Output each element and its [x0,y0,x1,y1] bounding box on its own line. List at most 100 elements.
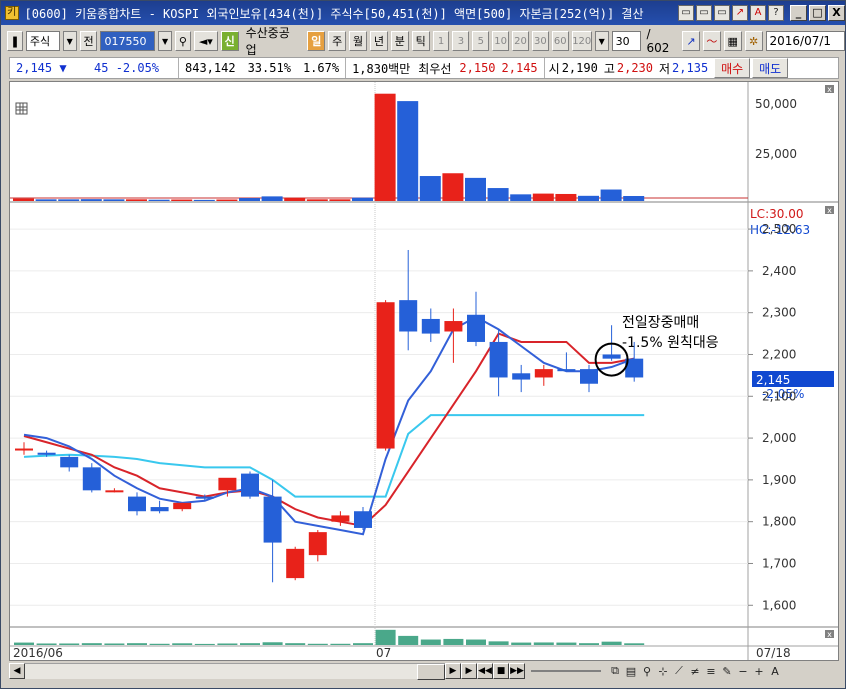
scroll-track[interactable] [25,663,445,680]
app-icon: 키 [5,6,19,20]
crosshair-icon[interactable]: ⊹ [655,663,671,679]
minimize-button[interactable]: _ [790,5,807,21]
volume-bar [579,643,599,645]
window-layout-icon[interactable]: ▭ [714,5,730,21]
text-tool-icon[interactable]: A [767,663,783,679]
stock-code-input[interactable]: 017550 [100,31,156,51]
market-select-value: 주식 [29,35,51,48]
market-dropdown-icon[interactable]: ▼ [62,31,77,51]
top-panel-bar [329,199,351,201]
volume-bar [149,643,170,645]
trade-amount: 1,830백만 [352,61,411,76]
top-panel-bar [80,199,102,201]
zoom-icon[interactable]: ⚲ [639,663,655,679]
title-bar[interactable]: 키 [0600] 키움종합차트 - KOSPI 외국인보유[434(천)] 주식… [1,1,845,25]
window-tile-icon[interactable]: ▭ [678,5,694,21]
speed-slider[interactable] [531,670,601,672]
candle-body [60,456,79,468]
font-icon[interactable]: A [750,5,766,21]
help-icon[interactable]: ? [768,5,784,21]
minute-120[interactable]: 120 [571,31,592,51]
top-panel-bar [352,197,373,201]
candle-body [308,532,327,556]
minute-dropdown-icon[interactable]: ▼ [594,31,609,51]
period-week[interactable]: 주 [328,31,347,51]
minute-60[interactable]: 60 [551,31,569,51]
search-icon[interactable]: ⚲ [175,31,191,51]
chart-area[interactable]: x x x 50,000 25,000 LC:30.00 HC:-12.63 전… [9,81,839,661]
count-total: / 602 [646,27,670,55]
candle-body [150,507,169,512]
minute-10[interactable]: 10 [492,31,510,51]
period-tick[interactable]: 틱 [411,31,430,51]
minute-30[interactable]: 30 [531,31,549,51]
candle-body [286,548,305,579]
volume-bar [14,642,34,645]
link-icon[interactable]: ↗ [732,5,748,21]
grid-toggle-icon[interactable] [15,102,28,115]
top-panel-bar [623,196,645,201]
period-month[interactable]: 월 [349,31,367,51]
forward-button[interactable]: ▶▶ [509,663,525,679]
panel-close-glyph: x [827,630,832,639]
scale-up-icon[interactable]: + [751,663,767,679]
title-tools: ▭ ▭ ▭ ↗ A ? [678,5,784,21]
stock-name: 수산중공업 [245,26,290,57]
volume-bar [36,643,57,645]
settings-icon[interactable]: ✲ [744,31,763,51]
price-chart[interactable]: x x x 50,000 25,000 LC:30.00 HC:-12.63 전… [10,82,838,660]
high-price: 2,230 [616,61,653,75]
close-button[interactable]: X [828,5,845,21]
date-input[interactable]: 2016/07/1 [765,31,845,51]
scroll-left-arrow[interactable]: ◀ [9,663,25,679]
volume-bar [127,643,147,645]
scroll-right-arrow[interactable]: ▶ [445,663,461,679]
minute-1[interactable]: 1 [432,31,450,51]
stop-button[interactable]: ■ [493,663,509,679]
rewind-button[interactable]: ◀◀ [477,663,493,679]
volume-bar [533,642,554,645]
volume-bar [262,642,283,645]
candle-body [580,369,598,384]
code-dropdown-icon[interactable]: ▼ [158,31,172,51]
play-button[interactable]: ▶ [461,663,477,679]
prev-button[interactable]: 전 [79,31,98,51]
period-day[interactable]: 일 [307,31,326,51]
window-cascade-icon[interactable]: ▭ [696,5,712,21]
top-panel-bar [532,193,554,201]
volume-bar [443,638,464,645]
indicator-icon[interactable]: ↗ [682,31,700,51]
fibonacci-icon[interactable]: ≡ [703,663,719,679]
open-price: 2,190 [561,61,598,75]
period-year[interactable]: 년 [369,31,388,51]
chart-menu-icon[interactable]: ❚ [7,31,23,51]
minute-3[interactable]: 3 [452,31,470,51]
period-minute[interactable]: 분 [390,31,409,51]
low-label: 저 [659,61,671,76]
top-panel-bar [487,188,509,201]
candle-body [241,473,259,497]
minute-20[interactable]: 20 [512,31,529,51]
minute-5[interactable]: 5 [472,31,490,51]
split-view-icon[interactable]: ⧉ [607,663,623,679]
market-select[interactable]: 주식 [25,31,60,51]
scroll-thumb[interactable] [417,664,445,680]
volume-bar [330,643,351,645]
trend-icon[interactable]: 〜 [702,31,721,51]
buy-button[interactable]: 매수 [714,58,751,78]
layout-icon[interactable]: ▤ [623,663,639,679]
volume-bar [104,643,125,645]
speaker-icon[interactable]: ◄▾ [193,31,218,51]
maximize-button[interactable]: □ [809,5,826,21]
trendline-icon[interactable]: ⟋ [671,663,687,679]
low-price: 2,135 [672,61,709,75]
chart-type-icon[interactable]: ▦ [723,31,742,51]
sell-button[interactable]: 매도 [752,58,789,78]
draw-icon[interactable]: ✎ [719,663,735,679]
bottom-scroll-bar: ◀ ▶ ▶ ◀◀ ■ ▶▶ ⧉ ▤ ⚲ ⊹ ⟋ ≠ ≡ ✎ − + A [9,661,839,681]
channel-icon[interactable]: ≠ [687,663,703,679]
candle-body [331,515,350,522]
count-input[interactable]: 30 [611,31,642,51]
scale-down-icon[interactable]: − [735,663,751,679]
ma20-line [23,414,645,498]
